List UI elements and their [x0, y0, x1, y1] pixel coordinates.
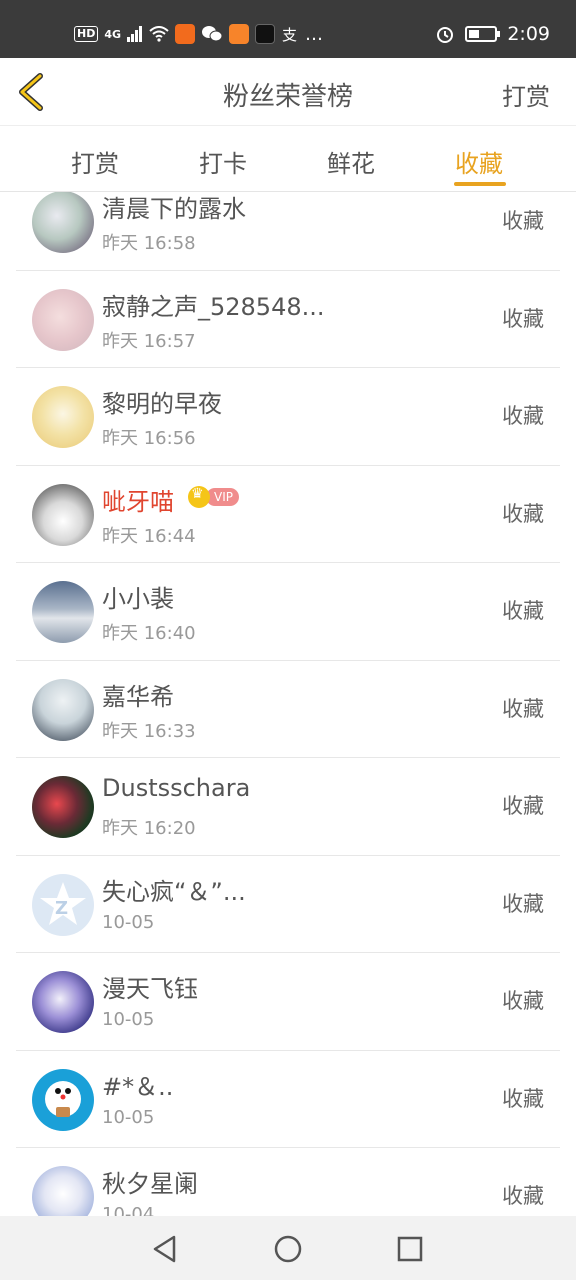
wechat-icon: [202, 26, 223, 42]
user-name: 漫天飞钰: [102, 975, 198, 1003]
list-time: 10-04: [102, 1204, 155, 1216]
user-name: 清晨下的露水: [102, 195, 246, 223]
tab-reward[interactable]: 打赏: [71, 144, 119, 179]
nav-recents-icon[interactable]: [393, 1232, 427, 1266]
list-action-label: 收藏: [502, 501, 544, 526]
list-time: 昨天 16:57: [102, 330, 196, 352]
tab-favorites[interactable]: 收藏: [455, 144, 503, 179]
list-item[interactable]: 秋夕星阑 10-04 收藏: [16, 1148, 560, 1216]
fan-list: 清晨下的露水 昨天 16:58 收藏 寂静之声_528548... 昨天 16:…: [0, 192, 576, 1216]
alarm-icon: [437, 27, 454, 43]
nav-back-icon[interactable]: [148, 1232, 182, 1266]
list-time: 昨天 16:33: [102, 720, 196, 742]
list-time: 10-05: [102, 1106, 155, 1128]
avatar: Z: [32, 873, 94, 936]
signal-bars-icon: [127, 26, 143, 42]
avatar: [32, 678, 94, 741]
list-time: 昨天 16:20: [102, 818, 196, 839]
user-name: 呲牙喵: [102, 487, 174, 516]
status-bar-left: HD 4G 支 …: [74, 20, 323, 48]
tab-bar: 打赏 打卡 鲜花 收藏: [0, 126, 576, 192]
wifi-icon: [149, 26, 169, 42]
list-item[interactable]: 漫天飞钰 10-05 收藏: [16, 953, 560, 1051]
avatar: [32, 288, 94, 351]
user-name: 秋夕星阑: [102, 1170, 198, 1198]
user-name: Dustsschara: [102, 774, 251, 802]
list-action-label: 收藏: [502, 891, 544, 916]
nav-home-icon[interactable]: [271, 1232, 305, 1266]
reward-button[interactable]: 打赏: [502, 77, 550, 112]
active-tab-indicator: [454, 182, 506, 186]
avatar: [32, 192, 94, 253]
list-time: 10-05: [102, 1009, 155, 1030]
avatar: [32, 581, 94, 643]
list-time: 10-05: [102, 911, 155, 933]
vip-badge: VIP: [188, 485, 239, 508]
list-item[interactable]: 小小裴 昨天 16:40 收藏: [16, 563, 560, 661]
tab-checkin[interactable]: 打卡: [199, 144, 247, 179]
vip-label: VIP: [206, 487, 239, 506]
alipay-icon: 支: [282, 26, 297, 43]
top-header: 粉丝荣誉榜 打赏: [0, 58, 576, 126]
signal-icon: 4G: [104, 27, 122, 41]
default-avatar-star-icon: Z: [40, 881, 86, 925]
list-time: 昨天 16:44: [102, 525, 196, 547]
system-nav-bar: [0, 1216, 576, 1280]
list-action-label: 收藏: [502, 696, 544, 721]
list-action-label: 收藏: [502, 404, 544, 428]
list-time: 昨天 16:58: [102, 233, 196, 254]
list-time: 昨天 16:40: [102, 623, 196, 644]
tab-flowers[interactable]: 鲜花: [327, 144, 375, 179]
list-item[interactable]: Z 失心疯“＆”... 10-05 收藏: [16, 856, 560, 953]
list-item[interactable]: 呲牙喵 VIP 昨天 16:44 收藏: [16, 466, 560, 563]
list-item[interactable]: 黎明的早夜 昨天 16:56 收藏: [16, 368, 560, 466]
list-item[interactable]: 清晨下的露水 昨天 16:58 收藏: [16, 192, 560, 271]
avatar: [32, 1068, 94, 1131]
list-action-label: 收藏: [502, 1184, 544, 1208]
more-icon: …: [305, 23, 324, 45]
list-action-label: 收藏: [502, 599, 544, 623]
avatar: [32, 483, 94, 546]
list-item[interactable]: 嘉华希 昨天 16:33 收藏: [16, 661, 560, 758]
user-name: 失心疯“＆”...: [102, 877, 246, 906]
avatar: [32, 971, 94, 1033]
list-action-label: 收藏: [502, 989, 544, 1013]
user-name: 寂静之声_528548...: [102, 292, 325, 321]
video-icon: [229, 24, 250, 44]
user-name: 嘉华希: [102, 682, 174, 711]
list-action-label: 收藏: [502, 1086, 544, 1111]
list-time: 昨天 16:56: [102, 428, 196, 449]
battery-icon: [465, 26, 501, 42]
avatar: [32, 776, 94, 838]
list-item[interactable]: Dustsschara 昨天 16:20 收藏: [16, 758, 560, 856]
status-bar-right: 2:09: [435, 20, 550, 48]
list-action-label: 收藏: [502, 794, 544, 818]
avatar: [32, 1166, 94, 1216]
user-name: 黎明的早夜: [102, 390, 222, 418]
status-bar: HD 4G 支 … 2:09: [0, 0, 576, 58]
crown-icon: [188, 485, 210, 508]
user-name: #*＆..: [102, 1072, 174, 1101]
svg-text:Z: Z: [55, 898, 68, 919]
svg-text:支: 支: [282, 26, 297, 43]
taobao-icon: [175, 24, 196, 44]
user-name: 小小裴: [102, 585, 174, 613]
list-item[interactable]: 寂静之声_528548... 昨天 16:57 收藏: [16, 271, 560, 368]
hd-icon: HD: [74, 26, 99, 42]
status-time: 2:09: [507, 23, 550, 45]
list-action-label: 收藏: [502, 306, 544, 331]
list-action-label: 收藏: [502, 209, 544, 233]
avatar: [32, 386, 94, 448]
doraemon-avatar-icon: [45, 1080, 81, 1117]
tiktok-icon: [255, 24, 276, 44]
list-item[interactable]: #*＆.. 10-05 收藏: [16, 1051, 560, 1148]
page-title: 粉丝荣誉榜: [222, 82, 353, 112]
